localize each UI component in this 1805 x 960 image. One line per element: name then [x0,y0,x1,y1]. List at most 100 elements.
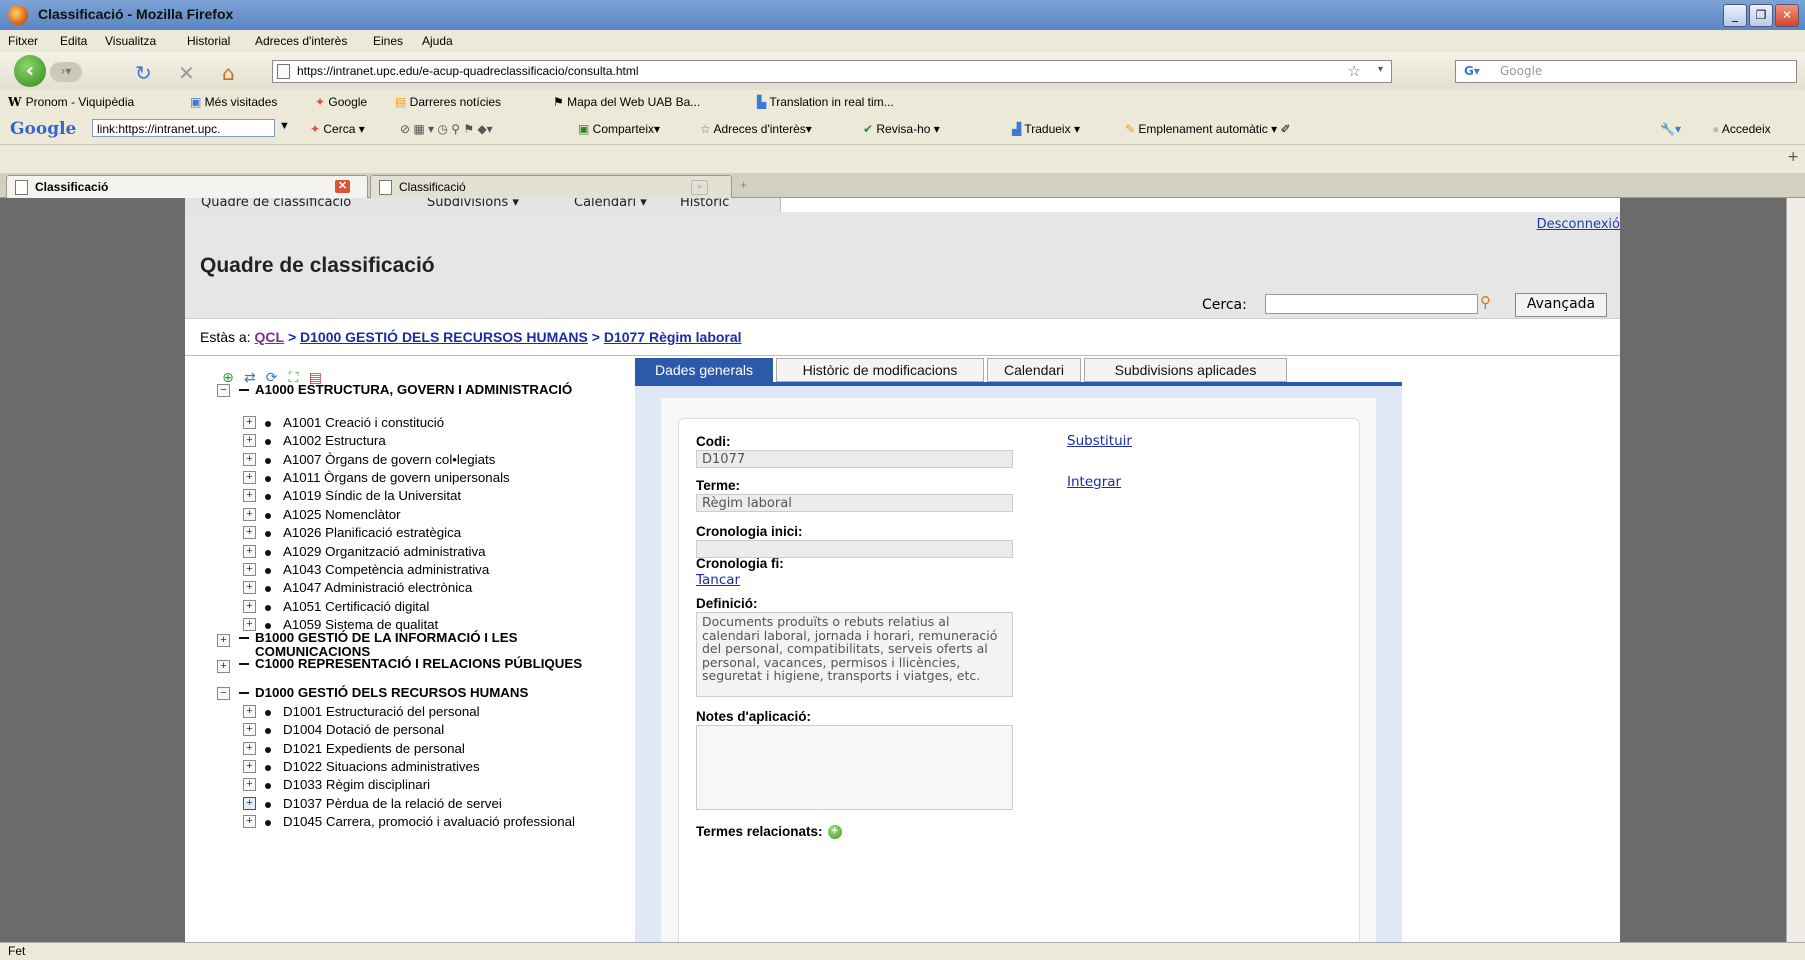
integrar-link[interactable]: Integrar [1067,474,1121,490]
bookmark-translation[interactable]: ▙ Translation in real tim... [757,95,894,109]
toolbar-icons-group[interactable]: ⊘ ▦ ▾ ◷ ⚲ ⚑ ◆▾ [400,122,493,136]
tab-classificacio[interactable]: Classificació ▫ [370,175,732,198]
expand-icon[interactable]: + [243,471,256,484]
bookmark-mes-visitades[interactable]: ▣ Més visitades [190,95,277,109]
google-revisa-button[interactable]: ✔ Revisa-ho ▾ [863,122,940,136]
close-tab-icon[interactable]: ✕ [335,180,350,193]
rss-icon: ▤ [395,95,410,109]
expand-icon[interactable]: + [243,797,256,810]
maximize-button[interactable]: ❐ [1749,4,1773,27]
tab-subdivisions-aplicades[interactable]: Subdivisions aplicades [1084,358,1287,382]
expand-icon[interactable]: + [243,526,256,539]
google-tradueix-button[interactable]: ▟ Tradueix ▾ [1012,122,1080,136]
tab-classificacio-active[interactable]: Classificació ✕ [6,175,368,198]
expand-icon[interactable]: + [217,660,230,673]
expand-icon[interactable]: + [243,563,256,576]
expand-icon[interactable]: + [243,705,256,718]
expand-icon[interactable]: + [243,508,256,521]
breadcrumb: Estàs a: QCL > D1000 GESTIÓ DELS RECURSO… [200,329,742,345]
logout-link[interactable]: Desconnexió [1537,217,1620,232]
tab-dades-generals[interactable]: Dades generals [635,358,773,382]
close-tab-icon[interactable]: ▫ [691,180,708,195]
close-button[interactable]: ✕ [1775,4,1799,27]
bookmark-pronom[interactable]: W Pronom - Viquipèdia [8,95,134,109]
menu-visualitza[interactable]: Visualitza [105,34,156,48]
reload-icon[interactable]: ↻ [135,61,152,85]
bookmark-google[interactable]: ✦ Google [315,95,367,109]
expand-icon[interactable]: + [243,581,256,594]
new-tab-icon[interactable]: + [740,178,747,192]
expand-icon[interactable]: + [243,434,256,447]
forward-button[interactable]: ›▾ [50,62,82,82]
home-icon[interactable]: ⌂ [222,61,235,85]
nav-historic[interactable]: Històric [680,198,729,209]
tab-historic-modificacions[interactable]: Històric de modificacions [776,358,984,382]
web-page: Quadre de classificació Subdivisions ▾ C… [185,198,1620,942]
tancar-link[interactable]: Tancar [696,572,740,588]
bookmark-darreres-noticies[interactable]: ▤ Darreres notícies [395,95,501,109]
expand-icon[interactable]: + [243,723,256,736]
search-icon[interactable]: ⚲ [1480,293,1491,311]
url-bar[interactable]: https://intranet.upc.edu/e-acup-quadrecl… [272,60,1392,83]
expand-icon[interactable]: + [243,545,256,558]
breadcrumb-qcl[interactable]: QCL [254,329,284,345]
search-input[interactable] [1265,294,1478,314]
google-cerca-button[interactable]: ✦ Cerca ▾ [310,122,365,136]
google-toolbar-input[interactable]: link:https://intranet.upc. [92,119,275,137]
collapse-icon[interactable]: − [217,687,230,700]
google-accedeix-button[interactable]: ● Accedeix [1712,122,1771,136]
menu-edita[interactable]: Edita [60,34,87,48]
nav-subdivisions[interactable]: Subdivisions ▾ [427,198,519,209]
bookmark-mapa-uab[interactable]: ⚑ Mapa del Web UAB Ba... [553,95,700,109]
advanced-search-button[interactable]: Avançada [1515,293,1607,317]
expand-icon[interactable]: + [243,815,256,828]
minimize-button[interactable]: _ [1723,4,1747,27]
google-input-dropdown-icon[interactable]: ▼ [279,120,290,132]
google-comparteix-button[interactable]: ▣ Comparteix▾ [578,122,660,136]
status-bar: Fet [0,942,1805,960]
expand-icon[interactable]: + [243,778,256,791]
star-icon[interactable]: ☆ [1348,62,1361,80]
breadcrumb-d1000[interactable]: D1000 GESTIÓ DELS RECURSOS HUMANS [300,329,588,345]
menu-ajuda[interactable]: Ajuda [422,34,453,48]
window-title: Classificació - Mozilla Firefox [38,6,234,22]
menu-adreces[interactable]: Adreces d'interès [255,34,347,48]
chevron-down-icon[interactable]: ▾ [1378,64,1383,75]
nav-calendari[interactable]: Calendari ▾ [574,198,647,209]
definicio-field[interactable]: Documents produïts o rebuts relatius al … [696,612,1013,697]
expand-icon[interactable]: + [243,760,256,773]
menu-historial[interactable]: Historial [187,34,230,48]
menu-fitxer[interactable]: Fitxer [8,34,38,48]
tab-calendari[interactable]: Calendari [987,358,1081,382]
stop-icon[interactable]: ✕ [178,61,195,85]
new-tab-icon[interactable]: + [1787,149,1799,165]
expand-icon[interactable]: + [243,742,256,755]
google-emplenament-button[interactable]: ✎ Emplenament automàtic ▾ ✐ [1125,122,1291,136]
wrench-icon[interactable]: 🔧▾ [1660,122,1681,136]
codi-field[interactable]: D1077 [696,450,1013,468]
expand-icon[interactable]: + [243,489,256,502]
bullet [265,802,271,808]
cronologia-inici-label: Cronologia inici: [696,524,803,539]
expand-icon[interactable]: + [243,453,256,466]
bullet [265,513,271,519]
breadcrumb-d1077[interactable]: D1077 Règim laboral [604,329,742,345]
back-button[interactable]: ‹ [14,55,46,87]
expand-icon[interactable]: + [243,416,256,429]
collapse-icon[interactable]: − [217,384,230,397]
nav-quadre[interactable]: Quadre de classificació [201,198,351,209]
expand-icon[interactable]: + [217,634,230,647]
google-search-engine-icon[interactable]: G▾ [1464,64,1480,78]
substituir-link[interactable]: Substituir [1067,433,1132,449]
status-text: Fet [8,944,26,958]
menu-eines[interactable]: Eines [373,34,403,48]
expand-icon[interactable]: + [243,600,256,613]
search-box[interactable]: G▾ Google [1455,60,1797,83]
bullet [265,728,271,734]
vertical-scrollbar[interactable] [1786,198,1805,942]
add-related-term-icon[interactable]: + [827,825,842,840]
google-adreces-button[interactable]: ☆ Adreces d'interès▾ [700,122,812,136]
smart-bookmark-icon: ▣ [190,95,205,109]
terme-field[interactable]: Règim laboral [696,494,1013,512]
notes-field[interactable] [696,725,1013,810]
